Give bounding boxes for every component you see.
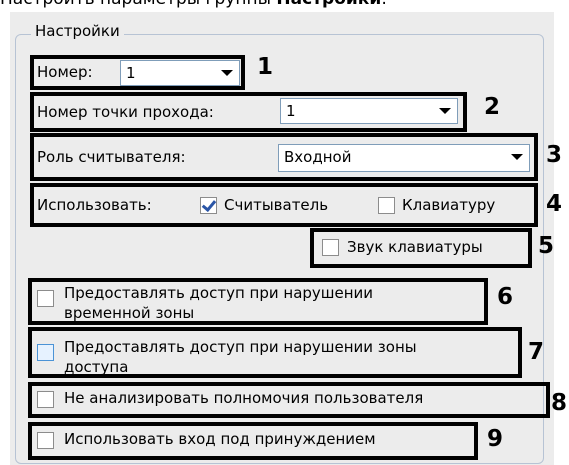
access-zone-line2: доступа [64,358,129,375]
marker-5: 5 [538,233,555,259]
time-zone-line2: временной зоны [64,304,195,321]
number-label: Номер: [37,63,93,81]
no-analyze-label: Не анализировать полномочия пользователя [64,389,424,407]
keyboard-checkbox[interactable] [378,197,395,214]
reader-role-dropdown[interactable]: Входной [278,144,530,172]
chevron-down-icon [511,154,523,160]
keyboard-checkbox-label: Клавиатуру [402,196,496,214]
duress-checkbox[interactable] [37,432,54,449]
use-label: Использовать: [37,196,152,214]
group-title: Настройки [31,22,124,40]
pass-point-value: 1 [286,102,296,120]
chevron-down-icon [439,108,451,114]
reader-role-label: Роль считывателя: [37,148,186,166]
time-zone-checkbox[interactable] [37,290,54,307]
marker-1: 1 [257,54,274,80]
access-zone-line1: Предоставлять доступ при нарушении зоны [64,338,417,356]
marker-7: 7 [528,339,545,365]
reader-role-value: Входной [284,148,352,166]
number-value: 1 [126,64,136,82]
access-zone-checkbox[interactable] [37,344,54,361]
marker-2: 2 [484,94,501,120]
keyboard-sound-label: Звук клавиатуры [347,238,483,256]
reader-checkbox[interactable] [200,197,217,214]
caption-prefix: Настроить параметры группы [0,0,276,9]
marker-9: 9 [487,426,504,452]
marker-3: 3 [546,142,563,168]
pass-point-label: Номер точки прохода: [37,103,214,121]
duress-label: Использовать вход под принуждением [64,430,376,448]
marker-8: 8 [551,390,568,416]
caption-bold: Настройки [276,0,381,9]
caption-suffix: : [381,0,387,9]
pass-point-dropdown[interactable]: 1 [280,98,458,124]
marker-4: 4 [546,191,563,217]
number-dropdown[interactable]: 1 [120,60,240,86]
chevron-down-icon [221,70,233,76]
reader-checkbox-label: Считыватель [224,196,329,214]
marker-6: 6 [497,284,514,310]
no-analyze-checkbox[interactable] [37,391,54,408]
page-caption: Настроить параметры группы Настройки: [0,0,387,9]
time-zone-line1: Предоставлять доступ при нарушении [64,284,374,302]
keyboard-sound-checkbox[interactable] [322,239,339,256]
